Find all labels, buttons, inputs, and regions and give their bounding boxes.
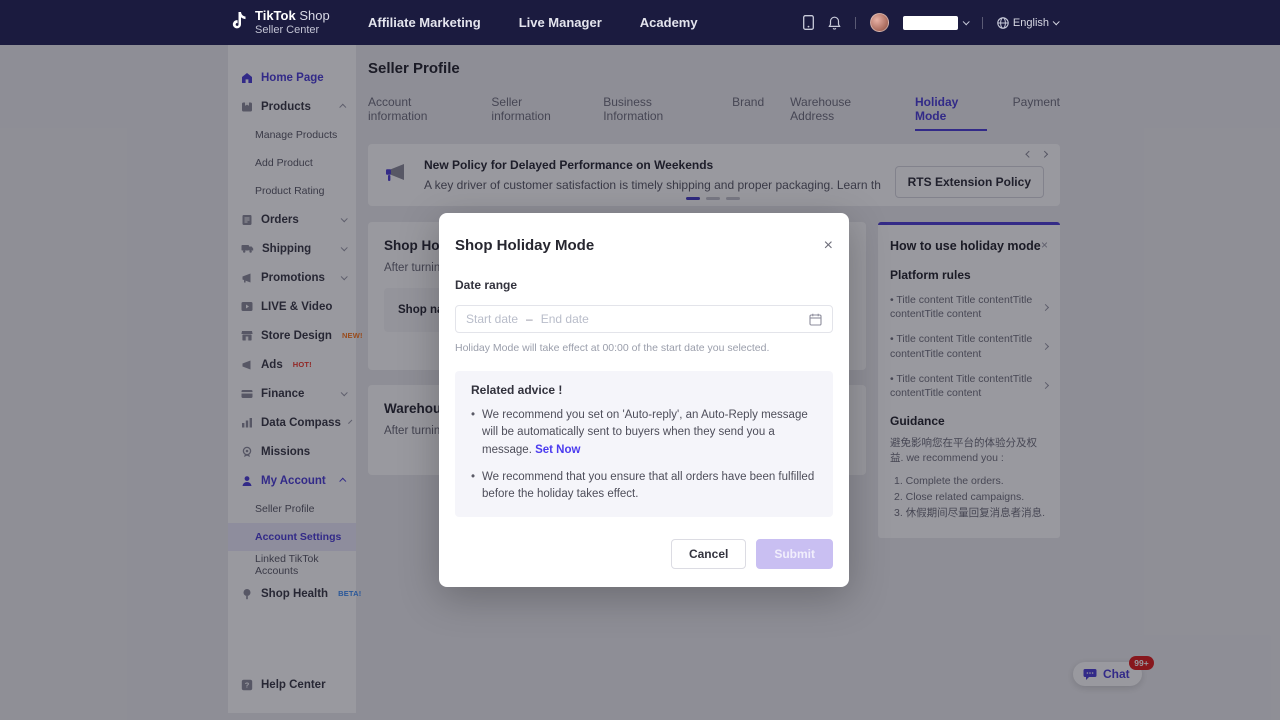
account-switcher[interactable] xyxy=(903,16,968,30)
modal-title: Shop Holiday Mode xyxy=(455,237,594,254)
nav-link-academy[interactable]: Academy xyxy=(640,15,698,30)
tiktok-logo-icon xyxy=(228,11,248,33)
advice-title: Related advice ! xyxy=(471,383,817,397)
shop-holiday-mode-modal: Shop Holiday Mode × Date range Start dat… xyxy=(439,213,849,587)
close-icon[interactable]: × xyxy=(824,238,833,254)
user-avatar[interactable] xyxy=(870,13,889,32)
start-date-placeholder: Start date xyxy=(466,312,518,326)
date-helper-text: Holiday Mode will take effect at 00:00 o… xyxy=(455,342,833,354)
brand-logo[interactable]: TikTok Shop Seller Center xyxy=(228,9,368,35)
submit-button[interactable]: Submit xyxy=(756,539,833,569)
brand-line2: Seller Center xyxy=(255,24,330,36)
end-date-placeholder: End date xyxy=(541,312,589,326)
date-range-label: Date range xyxy=(455,278,833,292)
calendar-icon[interactable] xyxy=(809,313,822,326)
mobile-app-icon[interactable] xyxy=(803,15,814,30)
nav-link-affiliate-marketing[interactable]: Affiliate Marketing xyxy=(368,15,481,30)
related-advice-box: Related advice ! • We recommend you set … xyxy=(455,371,833,517)
date-range-input[interactable]: Start date – End date xyxy=(455,305,833,333)
nav-links: Affiliate Marketing Live Manager Academy xyxy=(368,15,698,30)
chevron-down-icon xyxy=(963,18,970,25)
nav-divider xyxy=(855,17,856,29)
globe-icon xyxy=(997,17,1009,29)
nav-right-cluster: English xyxy=(803,13,1280,32)
username-redacted xyxy=(903,16,958,30)
nav-divider xyxy=(982,17,983,29)
brand-line1: TikTok Shop xyxy=(255,9,330,23)
nav-link-live-manager[interactable]: Live Manager xyxy=(519,15,602,30)
language-label: English xyxy=(1013,17,1049,29)
advice-item: • We recommend that you ensure that all … xyxy=(471,469,817,504)
language-selector[interactable]: English xyxy=(997,17,1058,29)
set-now-link[interactable]: Set Now xyxy=(535,444,580,456)
notifications-bell-icon[interactable] xyxy=(828,16,841,30)
chevron-down-icon xyxy=(1053,18,1060,25)
advice-item: • We recommend you set on 'Auto-reply', … xyxy=(471,407,817,459)
top-navbar: TikTok Shop Seller Center Affiliate Mark… xyxy=(0,0,1280,45)
cancel-button[interactable]: Cancel xyxy=(671,539,746,569)
